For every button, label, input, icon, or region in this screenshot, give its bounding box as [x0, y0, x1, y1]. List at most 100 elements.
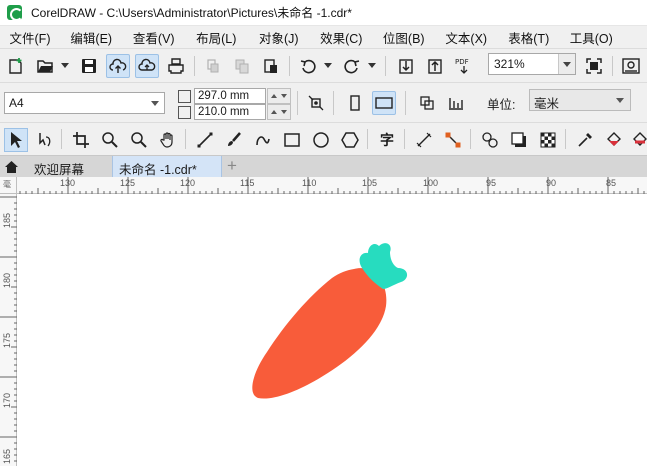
cloud-save-button[interactable] [135, 54, 159, 78]
ellipse-tool[interactable] [309, 128, 333, 152]
pdf-icon: PDF [455, 58, 469, 74]
text-tool[interactable]: 字 [375, 128, 399, 152]
redo-dropdown-caret[interactable] [368, 63, 376, 68]
print-icon [168, 58, 184, 74]
menu-effects[interactable]: 效果(C) [310, 28, 373, 47]
redo-icon [344, 59, 360, 74]
tab-current-document[interactable]: 未命名 -1.cdr* [112, 156, 222, 177]
menu-file[interactable]: 文件(F) [0, 28, 60, 47]
toolbar-separator [185, 129, 186, 149]
rectangle-tool[interactable] [280, 128, 304, 152]
page-width-spinner[interactable] [267, 88, 291, 104]
ruler-label: 185 [2, 212, 12, 228]
open-button[interactable] [33, 54, 57, 78]
vertical-ruler[interactable]: 185 180 175 170 165 [0, 194, 17, 466]
interactive-fill-tool[interactable] [602, 128, 626, 152]
title-bar: CorelDRAW - C:\Users\Administrator\Pictu… [0, 0, 647, 26]
freehand-tool[interactable] [193, 128, 217, 152]
drop-shadow-tool[interactable] [507, 128, 531, 152]
menu-layout[interactable]: 布局(L) [185, 28, 248, 47]
parallel-dimension-tool[interactable] [412, 128, 436, 152]
paste-icon [264, 59, 277, 73]
shape-node-icon [39, 133, 51, 147]
units-select[interactable]: 毫米 [529, 89, 631, 111]
ruler-label: 175 [2, 332, 12, 348]
full-screen-button[interactable] [582, 54, 606, 78]
current-page-icon [449, 98, 463, 110]
smart-fill-icon [633, 132, 647, 146]
copy-icon [235, 59, 249, 74]
add-tab-button[interactable]: + [222, 156, 242, 177]
menu-view[interactable]: 查看(V) [123, 28, 186, 47]
import-button[interactable] [394, 54, 418, 78]
eyedropper-tool[interactable] [573, 128, 597, 152]
shape-tool[interactable] [33, 128, 57, 152]
pan-tool[interactable] [156, 128, 180, 152]
undo-button[interactable] [296, 54, 320, 78]
print-button[interactable] [164, 54, 188, 78]
zoom-level-combobox[interactable]: 321% [488, 53, 576, 75]
ruler-label: 110 [302, 178, 317, 188]
ruler-unit-glyph: 毫 [3, 180, 11, 189]
landscape-button[interactable] [372, 91, 396, 115]
options-button[interactable] [619, 54, 643, 78]
menu-table[interactable]: 表格(T) [498, 28, 561, 47]
toolbar-separator [194, 56, 195, 76]
page-height-field[interactable]: 210.0 mm [194, 104, 266, 120]
crop-tool[interactable] [69, 128, 93, 152]
page-height-spinner[interactable] [267, 104, 291, 120]
cut-button[interactable] [201, 54, 225, 78]
page-width-field[interactable]: 297.0 mm [194, 88, 266, 104]
zoom-out-tool[interactable] [127, 128, 151, 152]
page-origin-button[interactable] [304, 91, 328, 115]
new-document-button[interactable] [4, 54, 28, 78]
page-size-select[interactable]: A4 [4, 92, 165, 114]
export-button[interactable] [423, 54, 447, 78]
undo-dropdown-caret[interactable] [324, 63, 332, 68]
window-title: CorelDRAW - C:\Users\Administrator\Pictu… [31, 6, 352, 20]
menu-tools[interactable]: 工具(O) [560, 28, 623, 47]
fill-bucket-icon [607, 132, 621, 146]
zoom-icon [102, 132, 118, 148]
home-tab[interactable] [0, 156, 22, 177]
artistic-media-tool[interactable] [222, 128, 246, 152]
toolbar-separator [405, 91, 406, 115]
redo-button[interactable] [340, 54, 364, 78]
transparency-tool[interactable] [536, 128, 560, 152]
copy-button[interactable] [230, 54, 254, 78]
carrot-body-shape[interactable] [252, 268, 387, 399]
publish-pdf-button[interactable]: PDF [452, 54, 476, 78]
polygon-tool[interactable] [338, 128, 362, 152]
ruler-origin-corner[interactable]: 毫 [0, 177, 17, 194]
cut-icon [207, 59, 219, 73]
current-page-button[interactable] [444, 91, 468, 115]
pointer-arrow-icon [11, 132, 22, 148]
menu-bitmaps[interactable]: 位图(B) [373, 28, 436, 47]
cloud-sync-button[interactable] [106, 54, 130, 78]
page-origin-icon [308, 95, 324, 111]
blend-tool[interactable] [478, 128, 502, 152]
portrait-button[interactable] [343, 91, 367, 115]
ruler-options-icon [622, 58, 640, 74]
horizontal-ruler[interactable]: 130 125 120 115 110 105 100 95 90 85 [0, 177, 647, 194]
connector-tool[interactable] [441, 128, 465, 152]
paste-button[interactable] [259, 54, 283, 78]
drawing-canvas[interactable] [17, 194, 647, 466]
zoom-tool[interactable] [98, 128, 122, 152]
open-dropdown-caret[interactable] [61, 63, 69, 68]
menu-text[interactable]: 文本(X) [435, 28, 498, 47]
zoom-dropdown-icon[interactable] [558, 54, 575, 74]
pen-tool[interactable] [251, 128, 275, 152]
ruler-label: 105 [362, 178, 378, 188]
save-button[interactable] [77, 54, 101, 78]
menu-object[interactable]: 对象(J) [248, 28, 311, 47]
ruler-label: 85 [606, 178, 617, 188]
smart-fill-tool[interactable] [628, 128, 647, 152]
cloud-upload-icon [109, 58, 127, 73]
tab-welcome-screen[interactable]: 欢迎屏幕 [22, 156, 112, 177]
pick-tool[interactable] [4, 128, 28, 152]
carrot-drawing [252, 243, 408, 399]
all-pages-button[interactable] [415, 91, 439, 115]
menu-edit[interactable]: 编辑(E) [60, 28, 123, 47]
full-screen-icon [586, 58, 602, 74]
